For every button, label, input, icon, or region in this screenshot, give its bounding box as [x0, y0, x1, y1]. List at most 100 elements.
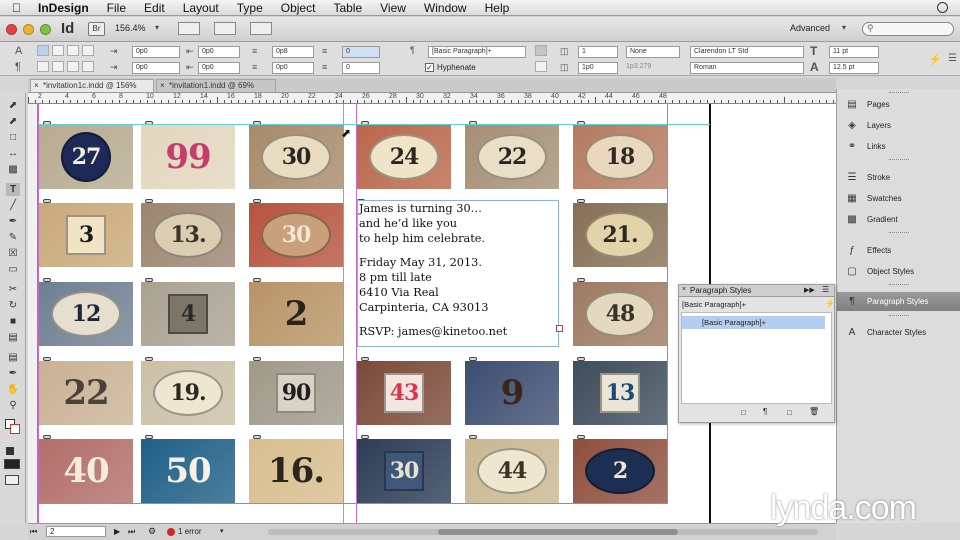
numbered-list-button[interactable]: [535, 61, 547, 72]
normal-view-icon[interactable]: [4, 459, 20, 469]
folder-icon[interactable]: □: [741, 408, 746, 417]
frame-link-icon[interactable]: [253, 357, 261, 361]
horizontal-ruler[interactable]: 2 4 6 8 10 12 14 16 18 20 22 24 26 28 30 32 34 36 38 40 42 44…: [28, 93, 836, 104]
hand-tool-icon[interactable]: ✋: [6, 383, 20, 396]
zoom-dropdown-icon[interactable]: ▾: [155, 23, 159, 32]
menu-table[interactable]: Table: [324, 1, 371, 15]
frame-link-icon[interactable]: [145, 357, 153, 361]
frame-link-icon[interactable]: [577, 357, 585, 361]
photo-tile[interactable]: 18: [573, 125, 667, 189]
tab-close-icon[interactable]: ×: [34, 80, 39, 92]
apple-icon[interactable]: : [0, 1, 29, 15]
frame-link-icon[interactable]: [145, 278, 153, 282]
dock-grip[interactable]: [889, 284, 909, 287]
preflight-dropdown-icon[interactable]: ▾: [220, 527, 224, 535]
frame-link-icon[interactable]: [253, 435, 261, 439]
frame-link-icon[interactable]: [361, 435, 369, 439]
frame-link-icon[interactable]: [43, 357, 51, 361]
text-frame-out-port[interactable]: [556, 325, 563, 332]
clock-icon[interactable]: [937, 2, 948, 13]
dock-item-pages[interactable]: ▤ Pages: [837, 95, 960, 114]
first-line-indent-field[interactable]: 0p0: [132, 62, 180, 74]
scissors-tool-icon[interactable]: ✂: [6, 283, 20, 296]
photo-tile[interactable]: 24: [357, 125, 451, 189]
pen-tool-icon[interactable]: ✒: [6, 215, 20, 228]
line-tool-icon[interactable]: ╱: [6, 199, 20, 212]
photo-tile[interactable]: 50: [141, 439, 235, 503]
tab-invitation1[interactable]: × *invitation1.indd @ 69%: [156, 79, 276, 92]
panel-menu-icon[interactable]: ☰: [822, 285, 829, 294]
dock-item-gradient[interactable]: ▩ Gradient: [837, 210, 960, 229]
dock-grip[interactable]: [889, 232, 909, 235]
quick-apply-icon[interactable]: ⚡: [928, 53, 942, 66]
dock-item-object-styles[interactable]: ▢ Object Styles: [837, 262, 960, 281]
frame-link-icon[interactable]: [43, 278, 51, 282]
menu-object[interactable]: Object: [272, 1, 325, 15]
menu-view[interactable]: View: [371, 1, 415, 15]
menu-type[interactable]: Type: [228, 1, 272, 15]
new-style-icon[interactable]: □: [787, 408, 792, 417]
photo-tile[interactable]: 22: [39, 361, 133, 425]
drop-cap-lines-field[interactable]: 0: [342, 46, 380, 58]
photo-tile[interactable]: 40: [39, 439, 133, 503]
frame-link-icon[interactable]: [577, 278, 585, 282]
dock-item-character-styles[interactable]: A Character Styles: [837, 323, 960, 342]
workspace-dropdown-icon[interactable]: ▾: [842, 23, 846, 32]
zoom-tool-icon[interactable]: ⚲: [6, 399, 20, 412]
eyedropper-tool-icon[interactable]: ✒: [6, 367, 20, 380]
align-right-button[interactable]: [67, 45, 79, 56]
minimize-window-button[interactable]: [23, 24, 34, 35]
photo-tile[interactable]: 48: [573, 282, 667, 346]
invitation-text-frame[interactable]: James is turning 30… and he’d like you t…: [357, 200, 563, 347]
photo-tile[interactable]: 90: [249, 361, 343, 425]
last-page-icon[interactable]: ⏭: [128, 527, 135, 537]
frame-link-icon[interactable]: [43, 435, 51, 439]
first-page-icon[interactable]: ⏮: [30, 527, 37, 537]
dock-item-swatches[interactable]: ▦ Swatches: [837, 189, 960, 208]
justify-center-button[interactable]: [52, 61, 64, 72]
view-options-icon[interactable]: [178, 22, 200, 35]
bridge-button[interactable]: Br: [88, 22, 105, 36]
font-style-select[interactable]: Roman: [690, 62, 804, 74]
photo-tile[interactable]: 30: [249, 203, 343, 267]
close-window-button[interactable]: [6, 24, 17, 35]
menu-edit[interactable]: Edit: [135, 1, 174, 15]
photo-tile[interactable]: 9: [465, 361, 559, 425]
font-size-field[interactable]: 11 pt: [829, 46, 879, 58]
next-page-icon[interactable]: ▶: [114, 527, 120, 536]
photo-tile[interactable]: 13.: [141, 203, 235, 267]
direct-selection-tool-icon[interactable]: ⬈: [6, 115, 20, 128]
left-indent-field[interactable]: 0p0: [132, 46, 180, 58]
menu-app[interactable]: InDesign: [29, 1, 98, 15]
panel-close-icon[interactable]: ×: [682, 286, 686, 293]
character-mode-icon[interactable]: A: [15, 45, 22, 57]
paragraph-mode-icon[interactable]: ¶: [15, 61, 21, 73]
photo-tile[interactable]: 4: [141, 282, 235, 346]
align-to-grid-select[interactable]: None: [626, 46, 680, 58]
tab-close-icon[interactable]: ×: [160, 80, 165, 92]
photo-tile[interactable]: 27: [39, 125, 133, 189]
leading-field[interactable]: 12.5 pt: [829, 62, 879, 74]
space-before-field[interactable]: 0p8: [272, 46, 314, 58]
menu-layout[interactable]: Layout: [174, 1, 228, 15]
stroke-none-swatch[interactable]: [10, 424, 20, 434]
photo-tile[interactable]: 30: [249, 125, 343, 189]
quick-apply-icon[interactable]: ⚡: [825, 299, 835, 308]
align-towards-spine-button[interactable]: [82, 45, 94, 56]
photo-tile[interactable]: 21.: [573, 203, 667, 267]
menu-file[interactable]: File: [98, 1, 135, 15]
vertical-ruler[interactable]: [28, 104, 38, 523]
dock-item-paragraph-styles[interactable]: ¶ Paragraph Styles: [837, 292, 960, 311]
gradient-swatch-tool-icon[interactable]: ■: [6, 315, 20, 328]
photo-tile[interactable]: 16.: [249, 439, 343, 503]
space-after-field[interactable]: 0p0: [272, 62, 314, 74]
content-collector-icon[interactable]: ▩: [6, 163, 20, 176]
search-input[interactable]: [862, 22, 954, 36]
dock-grip[interactable]: [889, 159, 909, 162]
frame-link-icon[interactable]: [253, 278, 261, 282]
frame-link-icon[interactable]: [577, 199, 585, 203]
photo-tile[interactable]: 99: [141, 125, 235, 189]
dock-item-stroke[interactable]: ☰ Stroke: [837, 168, 960, 187]
justify-all-button[interactable]: [82, 61, 94, 72]
frame-link-icon[interactable]: [43, 199, 51, 203]
